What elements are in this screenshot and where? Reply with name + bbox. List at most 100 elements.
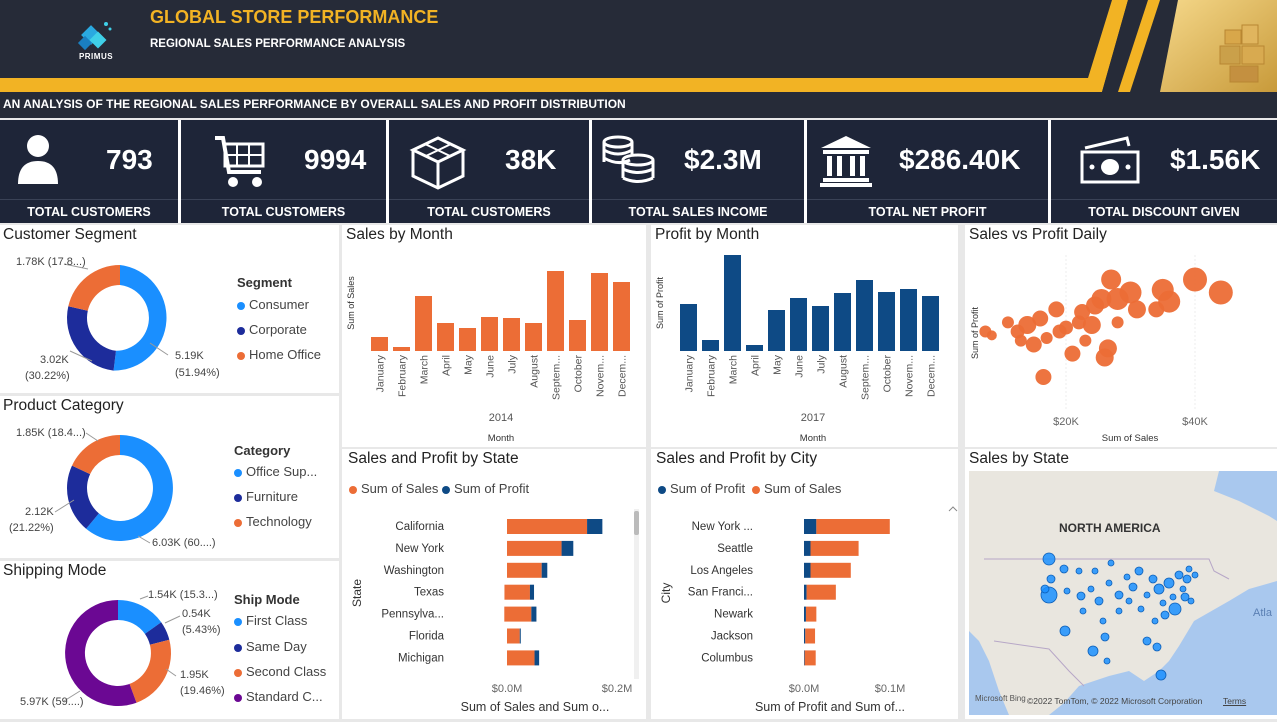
bar-segment[interactable] [804, 650, 805, 666]
legend-item-furniture[interactable]: Furniture [234, 489, 298, 504]
map-bubble[interactable] [1163, 577, 1175, 589]
legend-item-first-class[interactable]: First Class [234, 613, 307, 628]
bar-segment[interactable] [804, 562, 811, 578]
legend-item-corporate[interactable]: Corporate [237, 322, 307, 337]
map-bubble[interactable] [1087, 645, 1099, 657]
map-bubble[interactable] [1100, 632, 1110, 642]
map-bubble[interactable] [1125, 597, 1133, 605]
bar-segment[interactable] [541, 562, 548, 578]
shipping-mode-panel[interactable]: Shipping Mode 1.54K (15.3...) 0.54K (5.4… [0, 561, 339, 719]
bar[interactable] [525, 323, 542, 351]
scatter-point[interactable] [1052, 324, 1067, 339]
map-bubble[interactable] [1094, 596, 1104, 606]
bar[interactable] [547, 271, 564, 351]
map-bubble[interactable] [1091, 567, 1099, 575]
map-bubble[interactable] [1153, 583, 1165, 595]
scatter-point[interactable] [1079, 334, 1092, 347]
map-bubble[interactable] [1105, 579, 1113, 587]
bar-segment[interactable] [504, 584, 530, 600]
map-bubble[interactable] [1174, 570, 1184, 580]
map-bubble[interactable] [1182, 574, 1192, 584]
bar-segment[interactable] [804, 606, 806, 622]
map-bubble[interactable] [1042, 552, 1056, 566]
map-terms-link[interactable]: Terms [1223, 696, 1246, 706]
bar[interactable] [459, 328, 476, 351]
map-bubble[interactable] [1087, 585, 1095, 593]
map-bubble[interactable] [1159, 599, 1167, 607]
bar-segment[interactable] [805, 606, 817, 622]
scatter-point[interactable] [1025, 336, 1042, 353]
map-bubble[interactable] [1191, 571, 1199, 579]
map-bubble[interactable] [1187, 597, 1195, 605]
bar-segment[interactable] [805, 628, 816, 644]
bar-segment[interactable] [534, 650, 540, 666]
bar[interactable] [812, 306, 829, 351]
map-bubble[interactable] [1155, 669, 1167, 681]
map-bubble[interactable] [1134, 566, 1144, 576]
map-bubble[interactable] [1059, 564, 1069, 574]
map-bubble[interactable] [1046, 574, 1056, 584]
customer-segment-panel[interactable]: Customer Segment 1.78K (17.8...) 3.02K (… [0, 225, 339, 393]
legend-item-consumer[interactable]: Consumer [237, 297, 309, 312]
map-bubble[interactable] [1128, 582, 1138, 592]
map-bubble[interactable] [1107, 559, 1115, 567]
map-bubble[interactable] [1143, 591, 1151, 599]
map-bubble[interactable] [1185, 565, 1193, 573]
sales-vs-profit-scatter[interactable]: Sum of Profit $20K $40K Sum of Sales [965, 225, 1277, 447]
scatter-point[interactable] [1106, 288, 1129, 310]
bar[interactable] [437, 323, 454, 351]
city-bar-chart[interactable]: City $0.0M $0.1M Sum of Profit and Sum o… [651, 449, 958, 719]
city-bars-panel[interactable]: Sales and Profit by City Sum of Profit S… [651, 449, 958, 719]
bar[interactable] [613, 282, 630, 351]
scatter-point[interactable] [1048, 301, 1065, 318]
bar-segment[interactable] [806, 584, 836, 600]
bar[interactable] [371, 337, 388, 351]
scatter-point[interactable] [1127, 300, 1146, 319]
bar[interactable] [724, 255, 741, 351]
bar-segment[interactable] [804, 584, 807, 600]
legend-item-home-office[interactable]: Home Office [237, 347, 321, 362]
bar-segment[interactable] [531, 606, 537, 622]
bar-segment[interactable] [519, 628, 521, 644]
bar[interactable] [680, 304, 697, 351]
bar[interactable] [746, 345, 763, 351]
map-bubble[interactable] [1099, 617, 1107, 625]
map-bubble[interactable] [1179, 585, 1187, 593]
map-bubble[interactable] [1148, 574, 1158, 584]
map-bubble[interactable] [1180, 592, 1190, 602]
bar[interactable] [790, 298, 807, 351]
bar-segment[interactable] [561, 540, 574, 556]
bar-segment[interactable] [507, 562, 542, 578]
bar-segment[interactable] [804, 650, 816, 666]
state-bars-panel[interactable]: Sales and Profit by State Sum of Sales S… [342, 449, 646, 719]
bar-segment[interactable] [504, 606, 532, 622]
map-bubble[interactable] [1076, 591, 1086, 601]
map-bubble[interactable] [1059, 625, 1071, 637]
scatter-point[interactable] [1095, 348, 1114, 367]
map-bubble[interactable] [1169, 593, 1177, 601]
bar[interactable] [393, 347, 410, 351]
scatter-point[interactable] [1064, 345, 1081, 362]
sales-by-month-chart[interactable]: Sum of Sales 2014 Month January February M… [342, 225, 646, 447]
profit-by-month-panel[interactable]: Profit by Month Sum of Profit 2017 Month… [651, 225, 958, 447]
legend-item-standard-class[interactable]: Standard C... [234, 689, 323, 704]
map-bubble[interactable] [1123, 573, 1131, 581]
scatter-point[interactable] [1032, 310, 1049, 327]
scatter-point[interactable] [1208, 280, 1233, 305]
bar[interactable] [856, 280, 873, 351]
map-bubble[interactable] [1160, 610, 1170, 620]
scatter-point[interactable] [1035, 369, 1052, 385]
state-bar-chart[interactable]: State $0.0M $0.2M Sum of Sales and Sum o… [342, 449, 646, 719]
bar[interactable] [481, 317, 498, 351]
bar-segment[interactable] [816, 519, 890, 534]
bar-segment[interactable] [507, 540, 562, 556]
scatter-point[interactable] [1001, 316, 1014, 329]
bar-segment[interactable] [507, 628, 520, 644]
bar[interactable] [900, 289, 917, 351]
bar-segment[interactable] [810, 562, 851, 578]
bar[interactable] [878, 292, 895, 351]
bar-segment[interactable] [804, 540, 811, 556]
legend-item-same-day[interactable]: Same Day [234, 639, 307, 654]
scatter-point[interactable] [1111, 316, 1124, 329]
bar-segment[interactable] [507, 519, 588, 534]
